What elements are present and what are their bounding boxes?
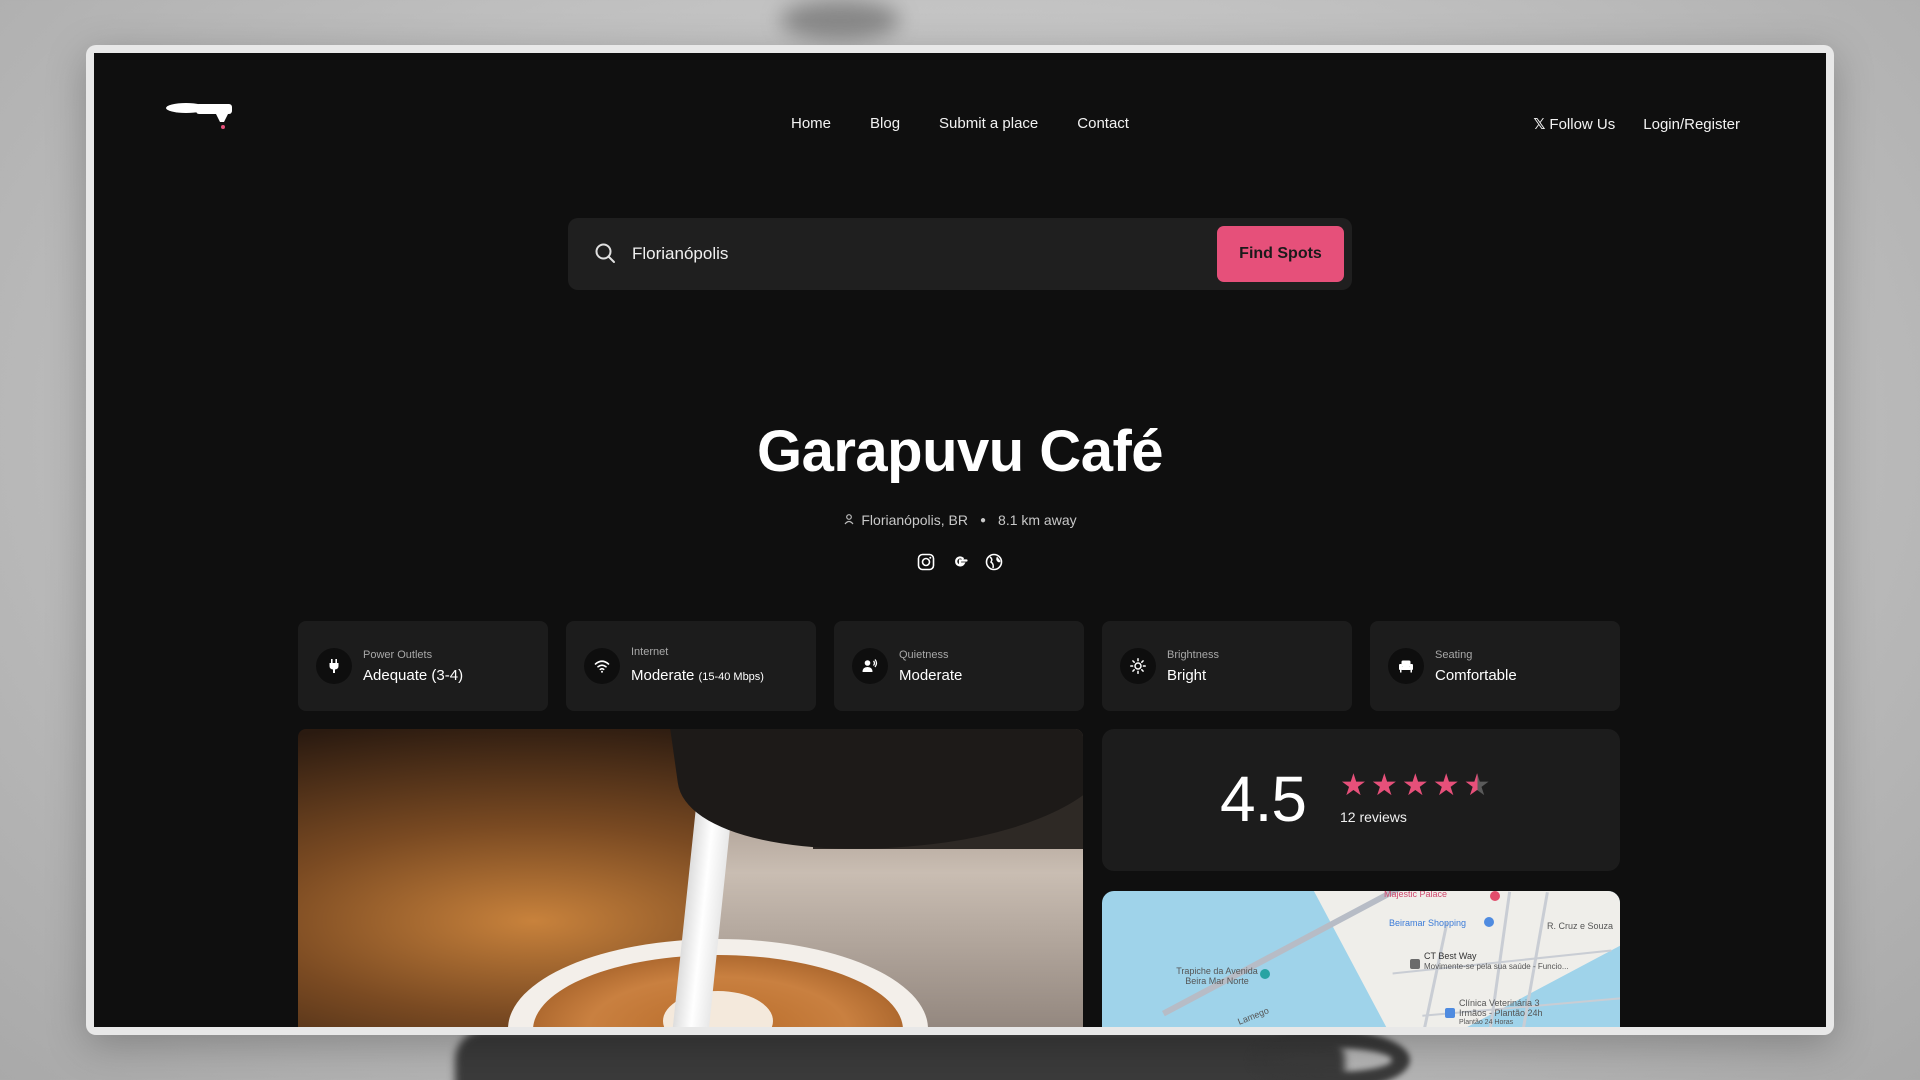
account-nav: 𝕏 Follow Us Login/Register [1533, 115, 1740, 134]
plug-icon [316, 648, 352, 684]
person-speaking-icon [852, 648, 888, 684]
feature-label: Power Outlets [363, 649, 433, 661]
social-links [94, 553, 1826, 571]
background-blur [780, 0, 900, 40]
feature-label: Quietness [899, 649, 949, 661]
follow-us-link[interactable]: 𝕏 Follow Us [1533, 115, 1616, 134]
place-title: Garapuvu Café [756, 419, 1164, 484]
feature-value: Bright [1167, 667, 1206, 684]
review-count[interactable]: 12 reviews [1340, 809, 1407, 825]
feature-card-power: Power Outlets Adequate (3-4) [298, 621, 548, 711]
star-icon: ★ [1432, 769, 1460, 802]
nav-submit-place[interactable]: Submit a place [939, 115, 1038, 132]
rating-score: 4.5 [1220, 763, 1307, 835]
feature-value: Moderate (15-40 Mbps) [631, 667, 764, 684]
feature-card-brightness: Brightness Bright [1102, 621, 1352, 711]
google-icon[interactable] [951, 553, 969, 571]
location-map[interactable]: Majestic Palace Beiramar Shopping R. Cru… [1102, 891, 1620, 1027]
feature-value-text: Adequate (3-4) [363, 667, 464, 684]
x-logo-icon: 𝕏 [1533, 116, 1546, 133]
instagram-icon[interactable] [917, 553, 935, 571]
feature-value: Moderate [899, 667, 962, 684]
wifi-icon [584, 648, 620, 684]
feature-value-text: Moderate [631, 667, 695, 684]
star-icon: ★ [1370, 769, 1398, 802]
park-pin-icon[interactable] [1260, 969, 1270, 979]
nav-contact[interactable]: Contact [1077, 115, 1129, 132]
map-label: Trapiche da Avenida Beira Mar Norte [1176, 966, 1258, 986]
nav-home[interactable]: Home [791, 115, 831, 132]
feature-card-internet: Internet Moderate (15-40 Mbps) [566, 621, 816, 711]
clinic-pin-icon[interactable] [1445, 1008, 1455, 1018]
browser-frame: Home Blog Submit a place Contact 𝕏 Follo… [86, 45, 1834, 1035]
gym-pin-icon[interactable] [1410, 959, 1420, 969]
separator-dot: ● [979, 514, 987, 526]
search-icon [594, 242, 616, 264]
star-icon: ★ [1401, 769, 1429, 802]
feature-label: Internet [631, 646, 669, 658]
feature-value-text: Bright [1167, 667, 1207, 684]
login-register-link[interactable]: Login/Register [1643, 116, 1740, 133]
map-label: Clínica Veterinária 3 Irmãos - Plantão 2… [1459, 998, 1543, 1018]
rating-stars: ★ ★ ★ ★ ★ [1340, 771, 1491, 801]
armchair-icon [1388, 648, 1424, 684]
feature-value: Adequate (3-4) [363, 667, 463, 684]
search-bar: Find Spots [568, 218, 1352, 290]
feature-value-extra: (15-40 Mbps) [698, 671, 764, 683]
place-meta: Florianópolis, BR ● 8.1 km away [94, 512, 1826, 528]
background-cup-handle [1250, 1030, 1410, 1080]
feature-value: Comfortable [1435, 667, 1517, 684]
cafe-photo[interactable] [298, 729, 1083, 1027]
globe-icon[interactable] [985, 553, 1003, 571]
search-input[interactable] [632, 236, 1192, 272]
place-distance: 8.1 km away [998, 512, 1077, 528]
nav-blog[interactable]: Blog [870, 115, 900, 132]
map-label: Movimente-se pela sua saúde - Funcio... [1424, 962, 1569, 971]
feature-value-text: Comfortable [1435, 667, 1517, 684]
star-icon: ★ [1340, 769, 1367, 802]
feature-label: Brightness [1167, 649, 1219, 661]
feature-cards: Power Outlets Adequate (3-4) Internet Mo… [298, 621, 1620, 711]
map-pin-icon[interactable] [1490, 891, 1500, 901]
feature-card-seating: Seating Comfortable [1370, 621, 1620, 711]
location-pin-icon [843, 512, 855, 528]
feature-label: Seating [1435, 649, 1473, 661]
shopping-pin-icon[interactable] [1484, 917, 1494, 927]
follow-us-label: Follow Us [1549, 115, 1616, 133]
feature-value-text: Moderate [899, 667, 963, 684]
half-star-icon: ★ [1463, 769, 1491, 802]
background-cup [455, 1030, 1345, 1080]
map-label: Majestic Palace [1384, 891, 1448, 899]
map-label: R. Cruz e Souza [1547, 921, 1614, 931]
map-label: Plantão 24 Horas [1459, 1019, 1514, 1026]
rating-card: 4.5 ★ ★ ★ ★ ★ 12 reviews [1102, 729, 1620, 871]
find-spots-button[interactable]: Find Spots [1217, 226, 1344, 282]
page: Home Blog Submit a place Contact 𝕏 Follo… [94, 53, 1826, 1027]
map-label: Lamego [1236, 1005, 1271, 1027]
map-label: Beiramar Shopping [1389, 918, 1467, 928]
sun-icon [1120, 648, 1156, 684]
map-label: CT Best Way [1424, 951, 1477, 961]
place-location: Florianópolis, BR [861, 512, 968, 528]
feature-card-quietness: Quietness Moderate [834, 621, 1084, 711]
